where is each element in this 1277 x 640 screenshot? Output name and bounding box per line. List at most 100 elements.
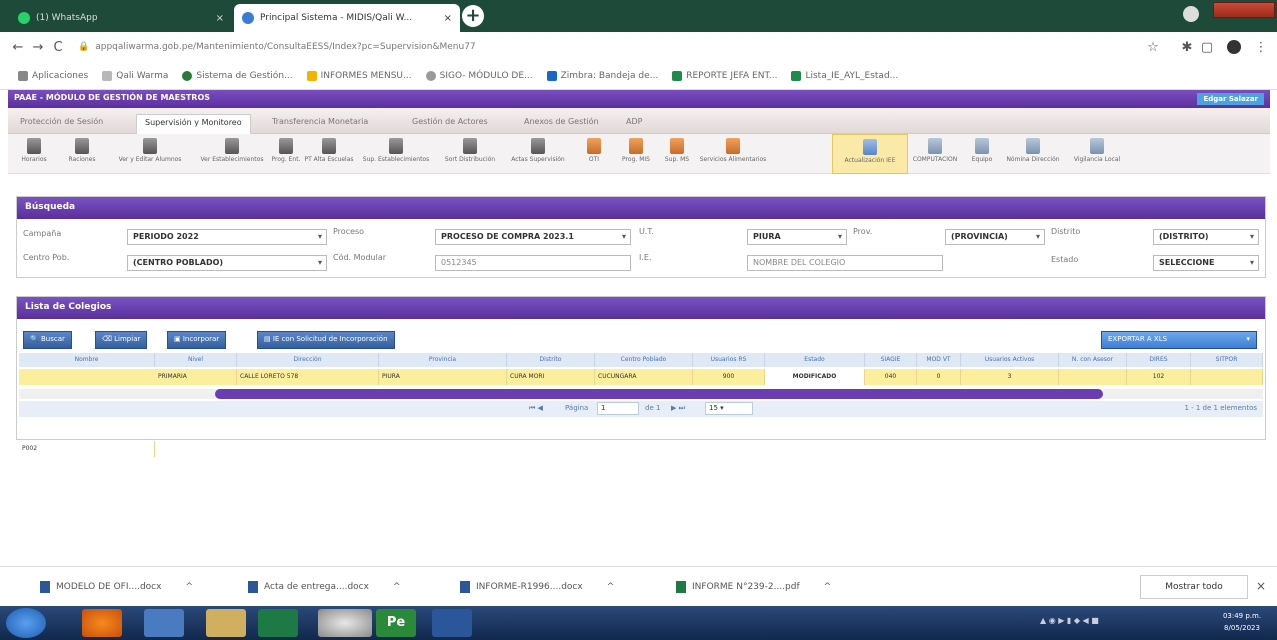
toolbar-actualizacion-iee[interactable]: Actualización IEE bbox=[832, 134, 908, 174]
toolbar-equipo[interactable]: Equipo bbox=[962, 134, 1002, 174]
pager-first-icon[interactable]: ⏮ ◀ bbox=[529, 404, 543, 413]
system-tray-icons[interactable]: ▲ ◉ ▶ ▮ ◆ ◀ ■ bbox=[1040, 616, 1180, 630]
toolbar-pt-alta[interactable]: PT Alta Escuelas bbox=[304, 134, 354, 174]
tab-qaliwarma[interactable]: Principal Sistema - MIDIS/Qali W... × bbox=[234, 4, 460, 32]
tab-anexos[interactable]: Anexos de Gestión bbox=[516, 114, 607, 134]
file-explorer-icon[interactable] bbox=[206, 609, 246, 637]
download-item[interactable]: MODELO DE OFI....docx ^ bbox=[40, 577, 193, 597]
ut-select[interactable]: PIURA ▾ bbox=[747, 229, 847, 245]
tab-gestion-actores[interactable]: Gestión de Actores bbox=[404, 114, 496, 134]
back-icon[interactable]: ← bbox=[8, 40, 28, 55]
horizontal-scrollbar-thumb[interactable] bbox=[215, 389, 1103, 399]
new-tab-button[interactable]: + bbox=[462, 5, 484, 27]
window-icon[interactable]: ▢ bbox=[1197, 40, 1217, 55]
toolbar-actas[interactable]: Actas Supervisión bbox=[502, 134, 574, 174]
col-header-centro-poblado[interactable]: Centro Poblado bbox=[595, 353, 693, 367]
ie-name-input[interactable]: NOMBRE DEL COLEGIO bbox=[747, 255, 943, 271]
bookmark-reporte[interactable]: REPORTE JEFA ENT... bbox=[672, 70, 777, 81]
account-icon[interactable] bbox=[1227, 40, 1241, 54]
col-header-siagie[interactable]: SIAGIE bbox=[865, 353, 917, 367]
firefox-icon[interactable] bbox=[82, 609, 122, 637]
search-button[interactable]: 🔍 Buscar bbox=[23, 331, 72, 349]
col-header-nombre[interactable]: Nombre bbox=[19, 353, 155, 367]
tab-proteccion[interactable]: Protección de Sesión bbox=[12, 114, 111, 134]
col-header-mod-vt[interactable]: MOD VT bbox=[917, 353, 961, 367]
bookmark-lista[interactable]: Lista_IE_AYL_Estad... bbox=[791, 70, 898, 81]
toolbar-nomina[interactable]: Nómina Dirección bbox=[1002, 134, 1064, 174]
download-item[interactable]: Acta de entrega....docx ^ bbox=[248, 577, 400, 597]
show-all-button[interactable]: Mostrar todo bbox=[1140, 575, 1248, 599]
close-icon[interactable]: × bbox=[216, 13, 224, 24]
incorporation-requests-button[interactable]: ▤ IE con Solicitud de Incorporación bbox=[257, 331, 395, 349]
col-header-nivel[interactable]: Nivel bbox=[155, 353, 237, 367]
pe-app-icon[interactable]: Pe bbox=[376, 609, 416, 637]
proceso-select[interactable]: PROCESO DE COMPRA 2023.1 ▾ bbox=[435, 229, 631, 245]
col-header-con-asesor[interactable]: N. con Asesor bbox=[1059, 353, 1127, 367]
horizontal-scrollbar-track[interactable] bbox=[19, 389, 1263, 399]
pager-next-icon[interactable]: ▶ ⏭ bbox=[671, 404, 685, 413]
toolbar-oti[interactable]: OTI bbox=[574, 134, 614, 174]
col-header-sitpor[interactable]: SITPOR bbox=[1191, 353, 1263, 367]
tab-transferencia[interactable]: Transferencia Monetaria bbox=[264, 114, 376, 134]
tab-whatsapp[interactable]: (1) WhatsApp × bbox=[10, 4, 232, 32]
excel-icon[interactable] bbox=[258, 609, 298, 637]
user-button[interactable]: Edgar Salazar bbox=[1197, 93, 1264, 105]
campana-select[interactable]: PERIODO 2022 ▾ bbox=[127, 229, 327, 245]
media-player-icon[interactable] bbox=[144, 609, 184, 637]
col-header-estado[interactable]: Estado bbox=[765, 353, 865, 367]
toolbar-prog-mis[interactable]: Prog. MIS bbox=[614, 134, 658, 174]
distrito-select[interactable]: (DISTRITO) ▾ bbox=[1153, 229, 1259, 245]
bookmark-qaliwarma[interactable]: Qali Warma bbox=[102, 70, 168, 81]
clear-button[interactable]: ⌫ Limpiar bbox=[95, 331, 148, 349]
toolbar-horarios[interactable]: Horarios bbox=[8, 134, 60, 174]
close-icon[interactable]: × bbox=[444, 13, 452, 24]
toolbar-servicios[interactable]: Servicios Alimentarios bbox=[696, 134, 770, 174]
bookmark-apps[interactable]: Aplicaciones bbox=[18, 70, 88, 81]
word-icon[interactable] bbox=[432, 609, 472, 637]
table-row[interactable]: P002 PRIMARIA CALLE LORETO 578 PIURA CUR… bbox=[19, 369, 1263, 457]
tab-adp[interactable]: ADP bbox=[618, 114, 650, 134]
forward-icon[interactable]: → bbox=[28, 40, 48, 55]
centro-select[interactable]: (CENTRO POBLADO) ▾ bbox=[127, 255, 327, 271]
close-icon[interactable]: × bbox=[1256, 579, 1266, 593]
col-header-dires[interactable]: DIRES bbox=[1127, 353, 1191, 367]
prov-select[interactable]: (PROVINCIA) ▾ bbox=[945, 229, 1045, 245]
pager-page-input[interactable]: 1 bbox=[597, 402, 639, 415]
toolbar-sort-distribucion[interactable]: Sort Distribución bbox=[438, 134, 502, 174]
clock[interactable]: 03:49 p.m. 8/05/2023 bbox=[1212, 610, 1272, 634]
col-header-direccion[interactable]: Dirección bbox=[237, 353, 379, 367]
incorporate-button[interactable]: ▣ Incorporar bbox=[167, 331, 227, 349]
chevron-up-icon[interactable]: ^ bbox=[393, 582, 401, 592]
tab-supervision[interactable]: Supervisión y Monitoreo bbox=[136, 114, 251, 134]
col-header-usuarios-rs[interactable]: Usuarios RS bbox=[693, 353, 765, 367]
cod-modular-input[interactable]: 0512345 bbox=[435, 255, 631, 271]
star-icon[interactable]: ☆ bbox=[1143, 40, 1163, 55]
toolbar-raciones[interactable]: Raciones bbox=[60, 134, 104, 174]
col-header-provincia[interactable]: Provincia bbox=[379, 353, 507, 367]
extension-icon[interactable]: ✱ bbox=[1177, 40, 1197, 55]
toolbar-vigilancia[interactable]: Vigilancia Local bbox=[1064, 134, 1130, 174]
toolbar-sup-establecimientos[interactable]: Sup. Establecimientos bbox=[354, 134, 438, 174]
download-item[interactable]: INFORME N°239-2....pdf ^ bbox=[676, 577, 831, 597]
chevron-up-icon[interactable]: ^ bbox=[824, 582, 832, 592]
toolbar-prog-ent[interactable]: Prog. Ent. bbox=[268, 134, 304, 174]
close-window-button[interactable] bbox=[1213, 2, 1275, 18]
url-input[interactable]: 🔒 appqaliwarma.gob.pe/Mantenimiento/Cons… bbox=[78, 36, 1143, 58]
bookmark-zimbra[interactable]: Zimbra: Bandeja de... bbox=[546, 70, 658, 81]
start-button[interactable] bbox=[6, 608, 46, 638]
bookmark-informes[interactable]: INFORMES MENSU... bbox=[306, 70, 412, 81]
toolbar-computacion[interactable]: COMPUTACION bbox=[908, 134, 962, 174]
col-header-usuarios-activos[interactable]: Usuarios Activos bbox=[961, 353, 1059, 367]
pager-size-select[interactable]: 15 ▾ bbox=[705, 402, 753, 415]
estado-select[interactable]: SELECCIONE ▾ bbox=[1153, 255, 1259, 271]
bookmark-sigo[interactable]: SIGO- MÓDULO DE... bbox=[425, 70, 533, 81]
toolbar-ver-establecimientos[interactable]: Ver Establecimientos bbox=[196, 134, 268, 174]
export-xls-button[interactable]: EXPORTAR A XLS ▾ bbox=[1101, 331, 1257, 349]
chrome-icon[interactable] bbox=[318, 609, 372, 637]
col-header-distrito[interactable]: Distrito bbox=[507, 353, 595, 367]
profile-icon[interactable] bbox=[1183, 6, 1199, 22]
toolbar-sup-ms[interactable]: Sup. MS bbox=[658, 134, 696, 174]
reload-icon[interactable]: C bbox=[48, 40, 68, 55]
chevron-up-icon[interactable]: ^ bbox=[185, 582, 193, 592]
menu-icon[interactable]: ⋮ bbox=[1251, 40, 1271, 55]
